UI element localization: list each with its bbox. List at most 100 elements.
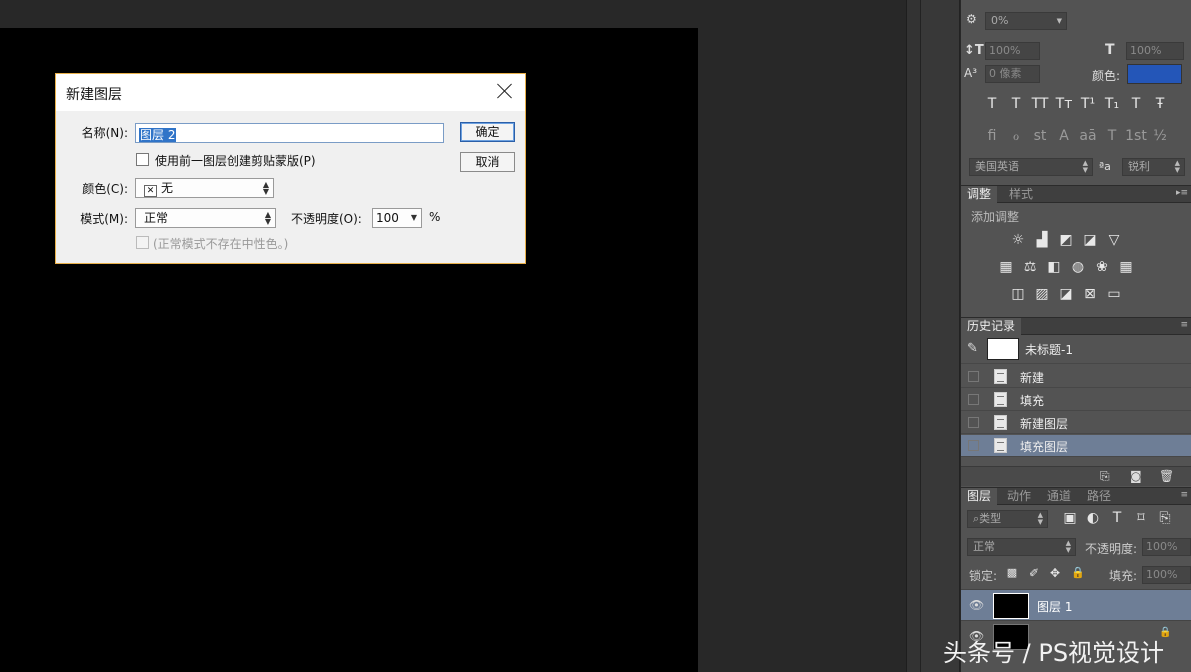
- opentype-3-icon[interactable]: A: [1053, 128, 1075, 144]
- panel-menu-icon[interactable]: ≡: [1180, 490, 1188, 500]
- close-icon[interactable]: [497, 83, 513, 99]
- visibility-eye-icon[interactable]: 👁: [969, 598, 984, 612]
- trash-icon[interactable]: 🗑: [1159, 469, 1174, 483]
- color-lookup-icon[interactable]: ▦: [1117, 258, 1135, 276]
- panel-divider[interactable]: [906, 0, 920, 672]
- opentype-4-icon[interactable]: aā: [1077, 128, 1099, 144]
- baseline-shift-input[interactable]: 0 像素: [985, 65, 1040, 83]
- fill-label: 填充:: [1109, 569, 1138, 583]
- clipping-mask-checkbox[interactable]: [136, 153, 149, 166]
- layer-opacity-input[interactable]: 100%: [1142, 538, 1191, 556]
- camera-icon[interactable]: ◙: [1130, 469, 1142, 483]
- tab-styles[interactable]: 样式: [1003, 186, 1039, 203]
- history-item[interactable]: 新建图层: [961, 412, 1191, 434]
- gradient-map-icon[interactable]: ▭: [1105, 285, 1123, 303]
- vibrance-icon[interactable]: ▽: [1105, 231, 1123, 249]
- text-color-swatch[interactable]: [1127, 64, 1182, 84]
- lock-brush-icon[interactable]: ✐: [1023, 566, 1045, 580]
- color-label: 颜色(C):: [82, 182, 128, 196]
- selective-color-icon[interactable]: ⊠: [1081, 285, 1099, 303]
- tab-history[interactable]: 历史记录: [961, 318, 1022, 335]
- antialias-select[interactable]: 锐利 ▲ ▼: [1122, 158, 1185, 176]
- color-balance-icon[interactable]: ⚖: [1021, 258, 1039, 276]
- language-select[interactable]: 美国英语 ▲ ▼: [969, 158, 1093, 176]
- curves-icon[interactable]: ◩: [1057, 231, 1075, 249]
- document-workspace[interactable]: 新建图层 名称(N): 图层 2 确定 取消 使用前一图层创建剪贴蒙版(P) 颜…: [0, 0, 906, 672]
- lock-transparent-icon[interactable]: ▩: [1001, 566, 1023, 579]
- layer-name-input[interactable]: 图层 2: [135, 123, 444, 143]
- history-item[interactable]: 新建: [961, 366, 1191, 388]
- layer-row-1[interactable]: 👁 图层 1: [961, 589, 1191, 620]
- history-item[interactable]: 填充: [961, 389, 1191, 411]
- lock-all-icon[interactable]: 🔒: [1067, 566, 1089, 579]
- layer-filter-select[interactable]: ⌕类型 ▲ ▼: [967, 510, 1048, 528]
- history-tabbar: 历史记录 ≡: [961, 317, 1191, 335]
- history-snapshot[interactable]: ✎ 未标题-1: [961, 336, 1191, 364]
- posterize-icon[interactable]: ▨: [1033, 285, 1051, 303]
- text-style-5-icon[interactable]: T₁: [1101, 96, 1123, 112]
- photo-filter-icon[interactable]: ◍: [1069, 258, 1087, 276]
- snapshot-label: 未标题-1: [1025, 343, 1073, 357]
- horizontal-scale-input[interactable]: 100%: [1126, 42, 1184, 60]
- vertical-scale-input[interactable]: 100%: [985, 42, 1040, 60]
- text-style-7-icon[interactable]: Ŧ: [1149, 96, 1171, 112]
- levels-icon[interactable]: ▟: [1033, 231, 1051, 249]
- channel-mixer-icon[interactable]: ❀: [1093, 258, 1111, 276]
- text-style-0-icon[interactable]: T: [981, 96, 1003, 112]
- mode-select[interactable]: 正常 ▲ ▼: [135, 208, 276, 228]
- opentype-2-icon[interactable]: st: [1029, 128, 1051, 144]
- layer-name-value: 图层 2: [139, 128, 177, 142]
- smart-object-filter-icon[interactable]: ⎘: [1154, 510, 1176, 526]
- history-checkbox[interactable]: [968, 371, 979, 382]
- horizontal-scale-icon: T: [1105, 42, 1115, 58]
- tab-layers[interactable]: 图层: [961, 488, 998, 505]
- threshold-icon[interactable]: ◪: [1057, 285, 1075, 303]
- tab-adjustments[interactable]: 调整: [961, 186, 998, 203]
- blend-mode-select[interactable]: 正常 ▲ ▼: [967, 538, 1076, 556]
- ok-button[interactable]: 确定: [460, 122, 515, 142]
- tab-channels[interactable]: 通道: [1041, 488, 1077, 505]
- text-style-1-icon[interactable]: T: [1005, 96, 1027, 112]
- tab-paths[interactable]: 路径: [1081, 488, 1117, 505]
- text-style-2-icon[interactable]: TT: [1029, 96, 1051, 112]
- opentype-0-icon[interactable]: fi: [981, 128, 1003, 144]
- type-filter-icon[interactable]: T: [1106, 510, 1128, 526]
- panel-menu-icon[interactable]: ≡: [1180, 320, 1188, 330]
- opentype-1-icon[interactable]: ℴ: [1005, 128, 1027, 144]
- history-checkbox[interactable]: [968, 394, 979, 405]
- pixel-filter-icon[interactable]: ▣: [1059, 510, 1081, 526]
- black-white-icon[interactable]: ◧: [1045, 258, 1063, 276]
- dropdown-arrow-icon[interactable]: ▼: [411, 214, 417, 222]
- opacity-input[interactable]: 100 ▼: [372, 208, 422, 228]
- layer-filter-value: 类型: [979, 512, 1002, 525]
- hue-saturation-icon[interactable]: ▦: [997, 258, 1015, 276]
- panel-menu-icon[interactable]: ▸≡: [1176, 188, 1188, 198]
- opentype-7-icon[interactable]: ½: [1149, 128, 1171, 144]
- history-checkbox[interactable]: [968, 417, 979, 428]
- new-document-icon[interactable]: ⎘: [1100, 469, 1110, 484]
- neutral-color-checkbox[interactable]: [136, 236, 149, 249]
- shape-filter-icon[interactable]: ⌑: [1130, 510, 1152, 526]
- opentype-5-icon[interactable]: T: [1101, 128, 1123, 144]
- tab-actions[interactable]: 动作: [1001, 488, 1037, 505]
- fill-input[interactable]: 100%: [1142, 566, 1191, 584]
- text-style-3-icon[interactable]: Tт: [1053, 96, 1075, 112]
- color-select[interactable]: ✕ 无 ▲ ▼: [135, 178, 274, 198]
- opentype-6-icon[interactable]: 1st: [1125, 128, 1147, 144]
- select-arrows-icon: ▲ ▼: [1082, 159, 1088, 174]
- history-checkbox[interactable]: [968, 440, 979, 451]
- dialog-title: 新建图层: [66, 87, 122, 103]
- text-style-4-icon[interactable]: T¹: [1077, 96, 1099, 112]
- blend-mode-value: 正常: [973, 540, 995, 553]
- tracking-value: 0%: [991, 14, 1009, 27]
- text-style-6-icon[interactable]: T: [1125, 96, 1147, 112]
- brightness-icon[interactable]: ☼: [1009, 231, 1027, 249]
- invert-icon[interactable]: ◫: [1009, 285, 1027, 303]
- lock-move-icon[interactable]: ✥: [1044, 566, 1066, 580]
- history-item[interactable]: 填充图层: [961, 435, 1191, 457]
- tracking-select[interactable]: 0% ▼: [985, 12, 1067, 30]
- adjustment-filter-icon[interactable]: ◐: [1082, 510, 1104, 526]
- exposure-icon[interactable]: ◪: [1081, 231, 1099, 249]
- history-step-icon: [994, 415, 1007, 430]
- cancel-button[interactable]: 取消: [460, 152, 515, 172]
